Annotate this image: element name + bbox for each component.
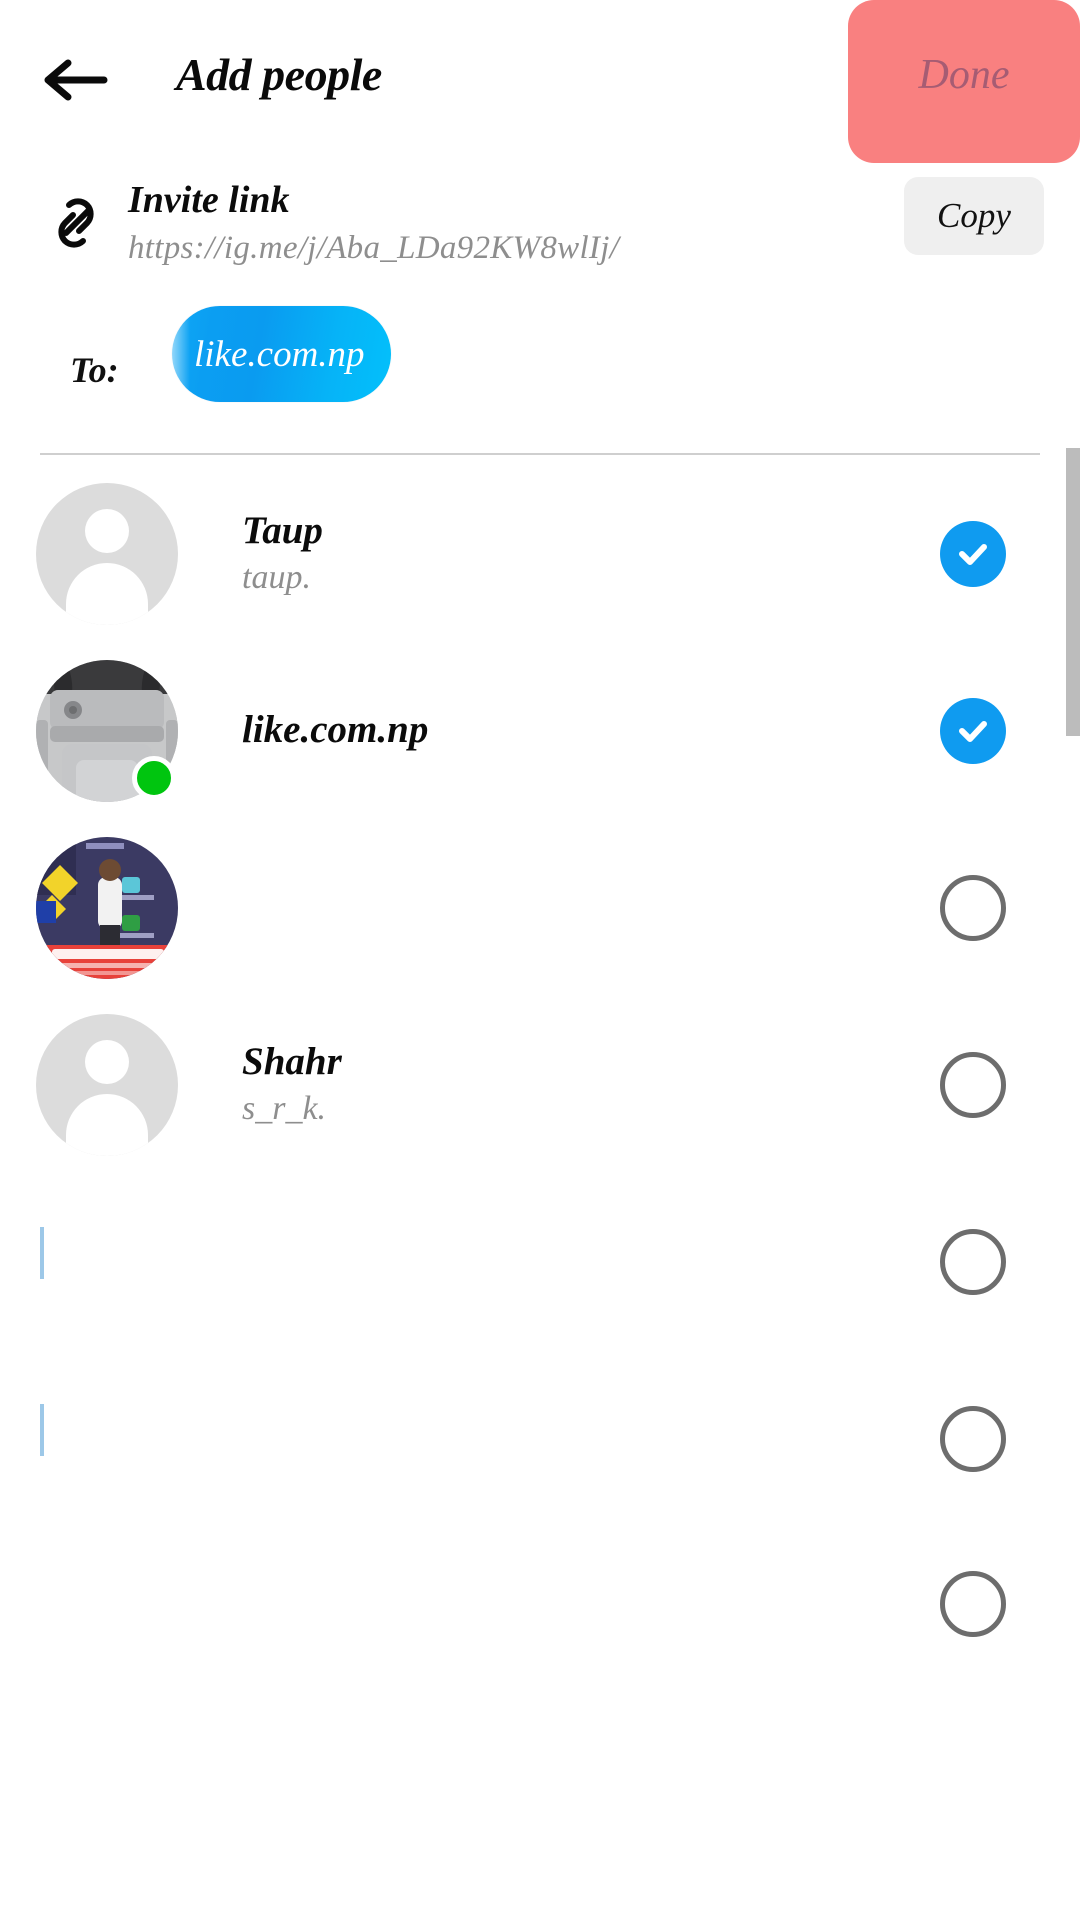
vertical-scrollbar[interactable] bbox=[1066, 448, 1080, 736]
contact-username: s_r_k. bbox=[242, 1089, 327, 1127]
invite-link-title: Invite link bbox=[128, 179, 290, 221]
back-button[interactable] bbox=[42, 52, 108, 108]
online-status-dot bbox=[132, 755, 176, 800]
avatar bbox=[36, 659, 178, 802]
contact-texts: Shahr s_r_k. bbox=[242, 1038, 940, 1131]
table-row[interactable]: Shahr s_r_k. bbox=[0, 996, 1080, 1173]
contact-username: taup. bbox=[242, 558, 311, 596]
blank-avatar bbox=[36, 1191, 178, 1333]
select-toggle[interactable] bbox=[940, 520, 1006, 587]
recipients-row: To: like.com.np bbox=[0, 303, 1080, 453]
link-icon bbox=[44, 191, 108, 255]
avatar bbox=[36, 482, 178, 625]
done-button[interactable]: Done bbox=[848, 0, 1080, 163]
copy-button-label: Copy bbox=[937, 196, 1011, 235]
contact-texts: Taup taup. bbox=[242, 507, 940, 600]
table-row[interactable] bbox=[0, 1173, 1080, 1350]
table-row[interactable]: Taup taup. bbox=[0, 465, 1080, 642]
check-icon bbox=[953, 534, 993, 574]
page-title: Add people bbox=[176, 49, 382, 100]
recipient-chip-label: like.com.np bbox=[194, 333, 365, 375]
select-toggle[interactable] bbox=[940, 1228, 1006, 1295]
blank-avatar bbox=[36, 1368, 178, 1510]
contact-list: Taup taup. like.com.np Shahr s_r_k. bbox=[0, 455, 1080, 1637]
invite-link-url: https://ig.me/j/Aba_LDa92KW8wlIj/ bbox=[128, 229, 620, 266]
arrow-left-icon bbox=[42, 56, 108, 104]
check-icon bbox=[953, 711, 993, 751]
table-row[interactable] bbox=[0, 1527, 1080, 1637]
avatar bbox=[36, 836, 178, 979]
blank-avatar bbox=[36, 1501, 178, 1643]
select-toggle[interactable] bbox=[940, 1571, 1006, 1637]
add-people-screen: Add people Done Invite link https://ig.m… bbox=[0, 0, 1080, 1920]
contact-texts: like.com.np bbox=[242, 706, 940, 755]
contact-name: like.com.np bbox=[242, 708, 429, 752]
contact-name: Shahr bbox=[242, 1040, 342, 1084]
invite-link-texts: Invite link https://ig.me/j/Aba_LDa92KW8… bbox=[128, 177, 619, 269]
recipient-chip[interactable]: like.com.np bbox=[172, 306, 391, 402]
placeholder-person-avatar bbox=[36, 1013, 178, 1156]
header-bar: Add people Done bbox=[0, 0, 1080, 175]
select-toggle[interactable] bbox=[940, 697, 1006, 764]
table-row[interactable]: like.com.np bbox=[0, 642, 1080, 819]
done-button-label: Done bbox=[918, 51, 1010, 98]
to-label: To: bbox=[70, 350, 119, 390]
contact-name: Taup bbox=[242, 509, 323, 553]
invite-link-row: Invite link https://ig.me/j/Aba_LDa92KW8… bbox=[0, 175, 1080, 303]
table-row[interactable] bbox=[0, 819, 1080, 996]
person-photo-avatar bbox=[36, 836, 178, 979]
select-toggle[interactable] bbox=[940, 874, 1006, 941]
copy-button[interactable]: Copy bbox=[904, 177, 1044, 255]
select-toggle[interactable] bbox=[940, 1405, 1006, 1472]
select-toggle[interactable] bbox=[940, 1051, 1006, 1118]
placeholder-person-avatar bbox=[36, 482, 178, 625]
avatar bbox=[36, 1013, 178, 1156]
